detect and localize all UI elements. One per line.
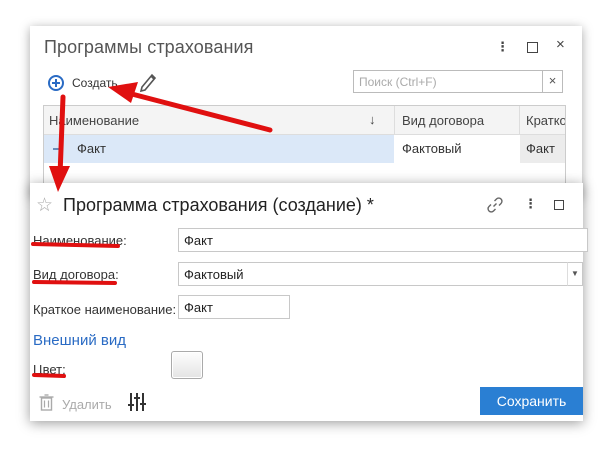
close-icon[interactable]: × (556, 36, 565, 53)
short-name-label: Краткое наименование: (33, 302, 177, 317)
column-header-name[interactable]: Наименование (49, 113, 139, 128)
more-options-icon[interactable]: ⋮ (496, 39, 509, 55)
column-header-contract-type[interactable]: Вид договора (402, 113, 484, 128)
name-field[interactable]: Факт (178, 228, 588, 252)
appearance-section-heading[interactable]: Внешний вид (33, 332, 126, 349)
table-cell-short-name[interactable]: Факт (520, 135, 565, 163)
contract-type-label: Вид договора: (33, 267, 119, 282)
table-cell-name[interactable]: Факт (44, 135, 394, 163)
table-row[interactable]: Факт Фактовый Факт (44, 135, 565, 163)
save-button[interactable]: Сохранить (480, 387, 583, 415)
star-icon[interactable]: ☆ (36, 194, 53, 217)
maximize-icon[interactable] (527, 42, 538, 53)
sort-down-icon[interactable]: ↓ (369, 112, 376, 127)
maximize-icon[interactable] (554, 200, 564, 210)
short-name-field[interactable]: Факт (178, 295, 290, 319)
insurance-program-create-form: ☆ Программа страхования (создание) * ⋮ Н… (30, 183, 588, 421)
link-icon[interactable] (486, 196, 504, 214)
column-header-short-name[interactable]: Кратко (526, 113, 565, 128)
search-input[interactable]: Поиск (Ctrl+F) (353, 70, 543, 93)
chevron-down-icon[interactable]: ▼ (567, 262, 583, 286)
more-options-icon[interactable]: ⋮ (524, 196, 537, 212)
plus-circle-icon (48, 75, 64, 91)
sliders-icon[interactable] (127, 392, 147, 412)
create-button[interactable]: Создать (48, 73, 118, 93)
column-divider[interactable] (394, 106, 395, 134)
color-label: Цвет: (33, 362, 66, 377)
pencil-icon[interactable] (138, 70, 158, 92)
column-divider[interactable] (519, 106, 520, 134)
table-header: Наименование ↓ Вид договора Кратко (44, 106, 565, 135)
cell-short-text: Факт (526, 141, 555, 156)
delete-button-label[interactable]: Удалить (62, 397, 112, 412)
search-clear-button[interactable]: × (543, 70, 563, 93)
form-title: Программа страхования (создание) * (63, 195, 374, 215)
list-window-title: Программы страхования (44, 37, 254, 57)
insurance-programs-list-window: Программы страхования ⋮ × Создать Поиск … (30, 26, 582, 197)
contract-type-field[interactable]: Фактовый (178, 262, 583, 286)
name-label: Наименование: (33, 233, 127, 248)
trash-icon[interactable] (39, 394, 54, 411)
cell-name-text: Факт (77, 141, 106, 156)
cell-type-text: Фактовый (402, 141, 462, 156)
table-cell-contract-type[interactable]: Фактовый (395, 135, 519, 163)
row-marker-icon (53, 148, 61, 150)
color-picker-button[interactable] (171, 351, 203, 379)
create-button-label: Создать (72, 76, 118, 90)
